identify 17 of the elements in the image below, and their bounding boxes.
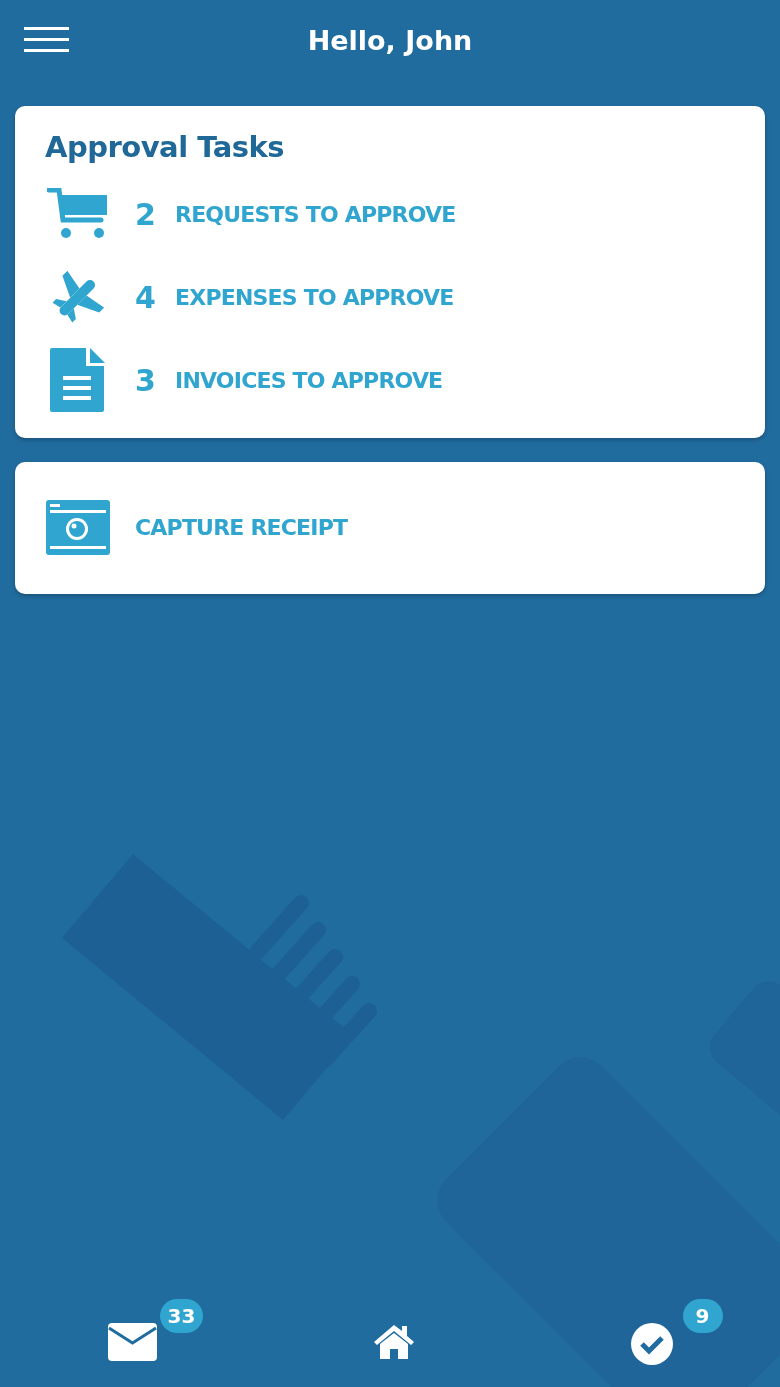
menu-button[interactable]: [24, 26, 69, 54]
mail-icon: [107, 1323, 157, 1361]
approval-task-link[interactable]: 2 REQUESTS TO APPROVE: [45, 172, 456, 256]
cart-icon: [47, 188, 109, 241]
tasks-nav-button[interactable]: [630, 1323, 673, 1365]
count-badge: 33: [159, 1299, 204, 1333]
card-title: Approval Tasks: [45, 130, 285, 165]
capture-receipt-link[interactable]: CAPTURE RECEIPT: [45, 479, 348, 576]
camera-icon: [46, 500, 110, 556]
approval-task-link[interactable]: 3 INVOICES TO APPROVE: [45, 338, 443, 422]
document-icon: [50, 348, 106, 413]
check-circle-icon: [630, 1323, 673, 1365]
screen-title: Hello, John: [307, 24, 473, 58]
airplane-icon: [52, 271, 104, 324]
approval-task-link[interactable]: 4 EXPENSES TO APPROVE: [45, 255, 454, 339]
messages-nav-button[interactable]: [107, 1323, 157, 1361]
menu-icon: [24, 26, 69, 54]
